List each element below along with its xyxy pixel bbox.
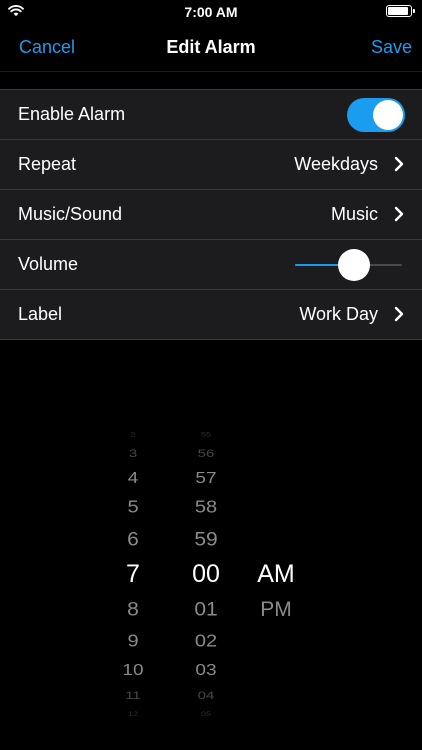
chevron-right-icon (394, 156, 404, 172)
ampm-option[interactable]: PM (245, 599, 307, 620)
label-label: Label (18, 304, 63, 324)
battery-icon (386, 5, 415, 17)
hour-option[interactable]: 8 (105, 599, 161, 619)
hour-option[interactable]: 7 (105, 561, 161, 587)
hour-wheel[interactable]: 2 3 4 5 6 7 8 9 10 11 12 (105, 431, 161, 717)
minute-option[interactable]: 55 (176, 431, 236, 437)
hour-option[interactable]: 3 (105, 447, 161, 458)
label-row[interactable]: Label Work Day (0, 290, 422, 340)
music-sound-label: Music/Sound (18, 204, 123, 224)
page-title: Edit Alarm (166, 37, 256, 57)
chevron-right-icon (394, 306, 404, 322)
music-sound-row[interactable]: Music/Sound Music (0, 190, 422, 240)
minute-wheel[interactable]: 55 56 57 58 59 00 01 02 03 04 05 (176, 431, 236, 717)
hour-option[interactable]: 9 (105, 632, 161, 650)
hour-option[interactable]: 10 (105, 662, 161, 678)
minute-option[interactable]: 56 (176, 447, 236, 458)
save-button[interactable]: Save (371, 37, 412, 58)
hour-option[interactable]: 4 (105, 470, 161, 486)
status-time: 7:00 AM (184, 4, 238, 20)
hour-option[interactable]: 12 (105, 711, 161, 717)
volume-label: Volume (18, 254, 79, 274)
ampm-wheel[interactable]: AM PM (245, 440, 307, 700)
repeat-label: Repeat (18, 154, 77, 174)
minute-option[interactable]: 00 (176, 561, 236, 587)
repeat-value: Weekdays (294, 154, 378, 174)
repeat-row[interactable]: Repeat Weekdays (0, 140, 422, 190)
minute-option[interactable]: 02 (176, 632, 236, 650)
ampm-option[interactable]: AM (245, 561, 307, 587)
label-value: Work Day (299, 304, 378, 324)
music-sound-value: Music (330, 204, 378, 224)
time-picker[interactable]: 2 3 4 5 6 7 8 9 10 11 12 55 56 57 58 59 00 01 02 03 04 05 AM… (0, 431, 422, 717)
hour-option[interactable]: 5 (105, 498, 161, 516)
enable-alarm-label: Enable Alarm (18, 104, 126, 124)
nav-divider (0, 71, 422, 72)
hour-option[interactable]: 6 (105, 529, 161, 549)
minute-option[interactable]: 59 (176, 529, 236, 549)
chevron-right-icon (394, 206, 404, 222)
minute-option[interactable]: 58 (176, 498, 236, 516)
hour-option[interactable]: 2 (105, 431, 161, 437)
enable-alarm-row: Enable Alarm (0, 90, 422, 140)
hour-option[interactable]: 11 (105, 689, 161, 700)
settings-group: Enable Alarm Repeat Weekdays Music/Sound… (0, 89, 422, 340)
navigation-bar: Cancel Edit Alarm Save (0, 26, 422, 70)
minute-option[interactable]: 57 (176, 470, 236, 486)
enable-alarm-toggle[interactable] (347, 98, 405, 132)
volume-slider[interactable] (295, 249, 402, 281)
minute-option[interactable]: 04 (176, 689, 236, 700)
minute-option[interactable]: 01 (176, 599, 236, 619)
status-bar: 7:00 AM (0, 0, 422, 24)
volume-slider-thumb[interactable] (337, 249, 370, 281)
volume-row: Volume (0, 240, 422, 290)
minute-option[interactable]: 03 (176, 662, 236, 678)
toggle-knob (373, 100, 403, 130)
minute-option[interactable]: 05 (176, 711, 236, 717)
